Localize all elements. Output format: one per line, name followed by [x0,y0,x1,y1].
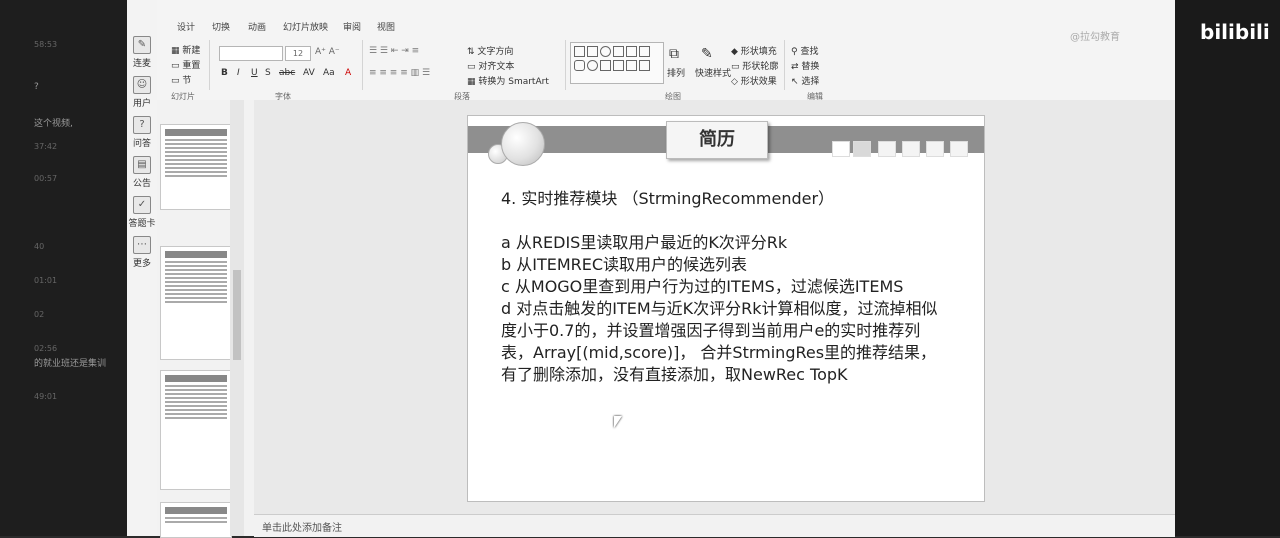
ribbon-tabs: 设计 切换 动画 幻灯片放映 审阅 视图 [157,20,1175,34]
answer-card-icon: ✓ [133,196,151,214]
decor-square [926,141,944,157]
align-buttons[interactable]: ≡ ≡ ≡ ≡ ▥ ☰ [369,68,430,78]
notes-placeholder: 单击此处添加备注 [262,523,342,534]
user-icon: ☺ [133,76,151,94]
ribbon: 设计 切换 动画 幻灯片放映 审阅 视图 ▦ 新建 ▭ 重置 ▭ 节 12 A⁺… [157,0,1175,101]
quick-styles-button[interactable]: 快速样式 [695,66,731,79]
more-icon: ⋯ [133,236,151,254]
tab-view[interactable]: 视图 [377,20,395,33]
scrollbar-thumb[interactable] [233,270,241,360]
shapes-gallery[interactable] [570,42,664,84]
question-icon: ? [133,116,151,134]
font-size-select[interactable]: 12 [285,46,311,61]
chat-panel: 58:53 ? 这个视频, 37:42 00:57 40 01:01 02 02… [0,0,127,536]
slide-line: a 从REDIS里读取用户最近的K次评分Rk [501,233,788,252]
slide-thumbnail[interactable] [160,502,232,538]
current-slide[interactable]: 简历 4. 实时推荐模块 （StrmingRecommender） a 从RED… [467,115,985,502]
tool-more[interactable]: ⋯ 更多 [127,236,157,269]
tool-announcement[interactable]: ▤ 公告 [127,156,157,189]
chat-timestamp: 01:01 [34,276,58,285]
text-direction-button[interactable]: ⇅ 文字方向 [467,44,513,57]
separator [565,40,566,90]
slide-line: 4. 实时推荐模块 （StrmingRecommender） [501,189,835,208]
slide-body-text[interactable]: 4. 实时推荐模块 （StrmingRecommender） a 从REDIS里… [501,188,951,386]
separator [209,40,210,90]
decor-square [950,141,968,157]
tab-design[interactable]: 设计 [177,20,195,33]
slide-thumbnail[interactable] [160,246,232,360]
shape-fill-button[interactable]: ◆ 形状填充 [731,44,777,57]
mouse-cursor-icon [614,416,622,428]
separator [362,40,363,90]
slide-thumbnail[interactable] [160,124,232,210]
italic-button[interactable]: I [237,68,240,78]
change-case-button[interactable]: Aa [323,68,335,78]
tab-transitions[interactable]: 切换 [212,20,230,33]
shape-outline-button[interactable]: ▭ 形状轮廓 [731,59,778,72]
tool-answer-card[interactable]: ✓ 答题卡 [127,196,157,229]
chat-timestamp: 49:01 [34,392,58,401]
find-button[interactable]: ⚲ 查找 [791,44,818,57]
new-slide-button[interactable]: ▦ 新建 [171,43,200,56]
microphone-icon: ✎ [133,36,151,54]
shadow-button[interactable]: S [265,68,271,78]
watermark: @拉勾教育 [1070,32,1120,43]
slide-line: c 从MOGO里查到用户行为过的ITEMS，过滤候选ITEMS [501,277,904,296]
align-text-button[interactable]: ▭ 对齐文本 [467,59,514,72]
slide-thumbnails-pane [157,100,255,538]
notes-pane[interactable]: 单击此处添加备注 [254,514,1175,537]
select-button[interactable]: ↖ 选择 [791,74,819,87]
quick-styles-icon: ✎ [701,46,713,62]
underline-button[interactable]: U [251,68,258,78]
right-margin [1175,0,1280,536]
font-family-select[interactable] [219,46,283,61]
char-spacing-button[interactable]: AV [303,68,315,78]
slide-thumbnail[interactable] [160,370,232,490]
chat-message: 这个视频, [34,119,73,129]
reset-slide-button[interactable]: ▭ 重置 [171,58,200,71]
replace-button[interactable]: ⇄ 替换 [791,59,819,72]
font-grow-button[interactable]: A⁺ A⁻ [315,47,340,57]
chat-message: ? [34,82,39,92]
decor-circle-large [501,122,545,166]
strikethrough-button[interactable]: abc [279,68,295,78]
slide-line: b 从ITEMREC读取用户的候选列表 [501,255,748,274]
tab-animations[interactable]: 动画 [248,20,266,33]
tool-lianmai[interactable]: ✎ 连麦 [127,36,157,69]
announcement-icon: ▤ [133,156,151,174]
tab-review[interactable]: 审阅 [343,20,361,33]
slide-line [501,210,951,232]
thumbnails-scrollbar[interactable] [230,100,244,536]
shape-effects-button[interactable]: ◇ 形状效果 [731,74,777,87]
arrange-icon: ⧉ [669,46,679,62]
chat-timestamp: 58:53 [34,40,58,49]
section-button[interactable]: ▭ 节 [171,73,191,86]
convert-smartart-button[interactable]: ▦ 转换为 SmartArt [467,74,549,87]
chat-message: 的就业班还是集训 [34,359,107,369]
live-tool-column: ✎ 连麦 ☺ 用户 ? 问答 ▤ 公告 ✓ 答题卡 ⋯ 更多 [127,0,158,536]
slide-title[interactable]: 简历 [666,121,768,159]
chat-timestamp: 02 [34,310,45,319]
tool-users[interactable]: ☺ 用户 [127,76,157,109]
decor-square [902,141,920,157]
chat-timestamp: 37:42 [34,142,58,151]
arrange-button[interactable]: 排列 [667,66,685,79]
tab-slideshow[interactable]: 幻灯片放映 [283,20,328,33]
decor-square [878,141,896,157]
font-color-button[interactable]: A [345,68,351,78]
bullets-button[interactable]: ☰ ☰ ⇤ ⇥ ≡ [369,46,419,56]
chat-timestamp: 40 [34,242,45,251]
chat-timestamp: 02:56 [34,344,58,353]
bold-button[interactable]: B [221,68,228,78]
decor-square [832,141,850,157]
decor-square [853,141,871,157]
separator [784,40,785,90]
slide-line: d 对点击触发的ITEM与近K次评分Rk计算相似度，过流掉相似度小于0.7的，并… [501,299,938,384]
chat-timestamp: 00:57 [34,174,58,183]
bilibili-logo: bilibili [1200,20,1270,44]
tool-qa[interactable]: ? 问答 [127,116,157,149]
